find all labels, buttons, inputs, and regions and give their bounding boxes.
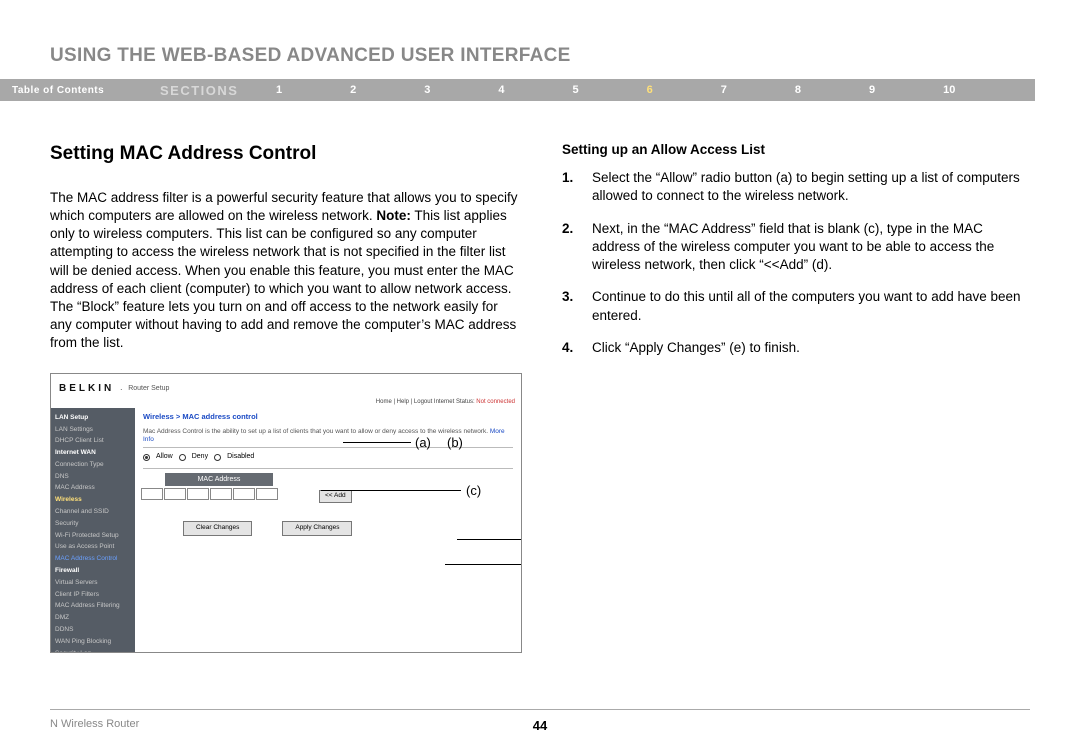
callout-b: (b) [447,434,463,452]
mac-cell[interactable] [233,488,255,500]
page-footer: N Wireless Router 44 [50,709,1030,730]
router-status-bar: Home | Help | Logout Internet Status: No… [51,398,521,408]
router-sidebar-item[interactable]: Client IP Filters [55,589,131,601]
router-sidebar-item[interactable]: Internet WAN [55,447,131,459]
router-sidebar-item[interactable]: LAN Setup [55,412,131,424]
section-heading: Setting MAC Address Control [50,141,522,167]
nav-4[interactable]: 4 [498,84,504,96]
mac-cell[interactable] [256,488,278,500]
router-sidebar-item[interactable]: Channel and SSID [55,506,131,518]
step-3: Continue to do this until all of the com… [562,288,1030,324]
router-sidebar: LAN SetupLAN SettingsDHCP Client ListInt… [51,408,135,653]
router-sidebar-item[interactable]: WAN Ping Blocking [55,636,131,648]
chapter-title: USING THE WEB-BASED ADVANCED USER INTERF… [0,0,1080,79]
router-sidebar-item[interactable]: DNS [55,471,131,483]
callout-c: (c) [466,482,481,500]
nav-8[interactable]: 8 [795,84,801,96]
router-sidebar-item[interactable]: Firewall [55,565,131,577]
router-sidebar-item[interactable]: MAC Address Control [55,553,131,565]
note-label: Note: [376,208,411,223]
nav-numbers: 1 2 3 4 5 6 7 8 9 10 [276,84,1035,96]
apply-changes-button[interactable]: Apply Changes [282,521,352,536]
add-button[interactable]: << Add [319,490,352,503]
mac-cell[interactable] [210,488,232,500]
router-brand: BELKIN [59,382,114,396]
nav-10[interactable]: 10 [943,84,955,96]
left-column: Setting MAC Address Control The MAC addr… [50,141,522,653]
router-status-links: Home | Help | Logout Internet Status: [376,399,475,405]
nav-toc[interactable]: Table of Contents [12,85,160,96]
router-sidebar-item[interactable]: Connection Type [55,459,131,471]
nav-1[interactable]: 1 [276,84,282,96]
router-sidebar-item[interactable]: Security Log [55,648,131,653]
step-4: Click “Apply Changes” (e) to finish. [562,339,1030,357]
router-sidebar-item[interactable]: Use as Access Point [55,541,131,553]
nav-6-active[interactable]: 6 [647,84,653,96]
router-screenshot: BELKIN . Router Setup Home | Help | Logo… [50,373,522,653]
clear-changes-button[interactable]: Clear Changes [183,521,252,536]
router-sidebar-item[interactable]: Wi-Fi Protected Setup [55,530,131,542]
router-sidebar-item[interactable]: MAC Address Filtering [55,600,131,612]
router-sidebar-item[interactable]: Security [55,518,131,530]
subsection-heading: Setting up an Allow Access List [562,141,1030,159]
radio-disabled[interactable] [214,454,221,461]
router-status-state: Not connected [476,399,515,405]
step-2: Next, in the “MAC Address” field that is… [562,220,1030,275]
intro-suffix: This list applies only to wireless compu… [50,208,516,351]
step-1: Select the “Allow” radio button (a) to b… [562,169,1030,205]
nav-2[interactable]: 2 [350,84,356,96]
router-sidebar-item[interactable]: DHCP Client List [55,435,131,447]
router-sidebar-item[interactable]: Virtual Servers [55,577,131,589]
router-main-panel: Wireless > MAC address control Mac Addre… [135,408,521,653]
page-number: 44 [533,718,547,733]
router-setup-label: Router Setup [128,384,169,393]
steps-list: Select the “Allow” radio button (a) to b… [562,169,1030,357]
mac-cell[interactable] [141,488,163,500]
radio-allow[interactable] [143,454,150,461]
section-nav-bar: Table of Contents SECTIONS 1 2 3 4 5 6 7… [0,79,1035,101]
radio-deny-label: Deny [192,452,208,461]
mac-cell[interactable] [164,488,186,500]
router-radio-group: Allow Deny Disabled [143,452,513,461]
router-sidebar-item[interactable]: MAC Address [55,482,131,494]
content-area: Setting MAC Address Control The MAC addr… [0,101,1080,653]
router-sidebar-item[interactable]: DMZ [55,612,131,624]
radio-deny[interactable] [179,454,186,461]
router-sidebar-item[interactable]: DDNS [55,624,131,636]
nav-sections-label: SECTIONS [160,83,276,98]
nav-3[interactable]: 3 [424,84,430,96]
intro-paragraph: The MAC address filter is a powerful sec… [50,189,522,353]
router-breadcrumb: Wireless > MAC address control [143,412,513,422]
right-column: Setting up an Allow Access List Select t… [562,141,1030,653]
radio-allow-label: Allow [156,452,173,461]
nav-5[interactable]: 5 [573,84,579,96]
radio-disabled-label: Disabled [227,452,254,461]
callout-a: (a) [415,434,431,452]
router-sidebar-item[interactable]: LAN Settings [55,424,131,436]
nav-7[interactable]: 7 [721,84,727,96]
router-desc-text: Mac Address Control is the ability to se… [143,428,488,435]
mac-cell[interactable] [187,488,209,500]
mac-table-header: MAC Address [165,473,273,486]
footer-product: N Wireless Router [50,718,139,730]
router-sidebar-item[interactable]: Wireless [55,494,131,506]
nav-9[interactable]: 9 [869,84,875,96]
